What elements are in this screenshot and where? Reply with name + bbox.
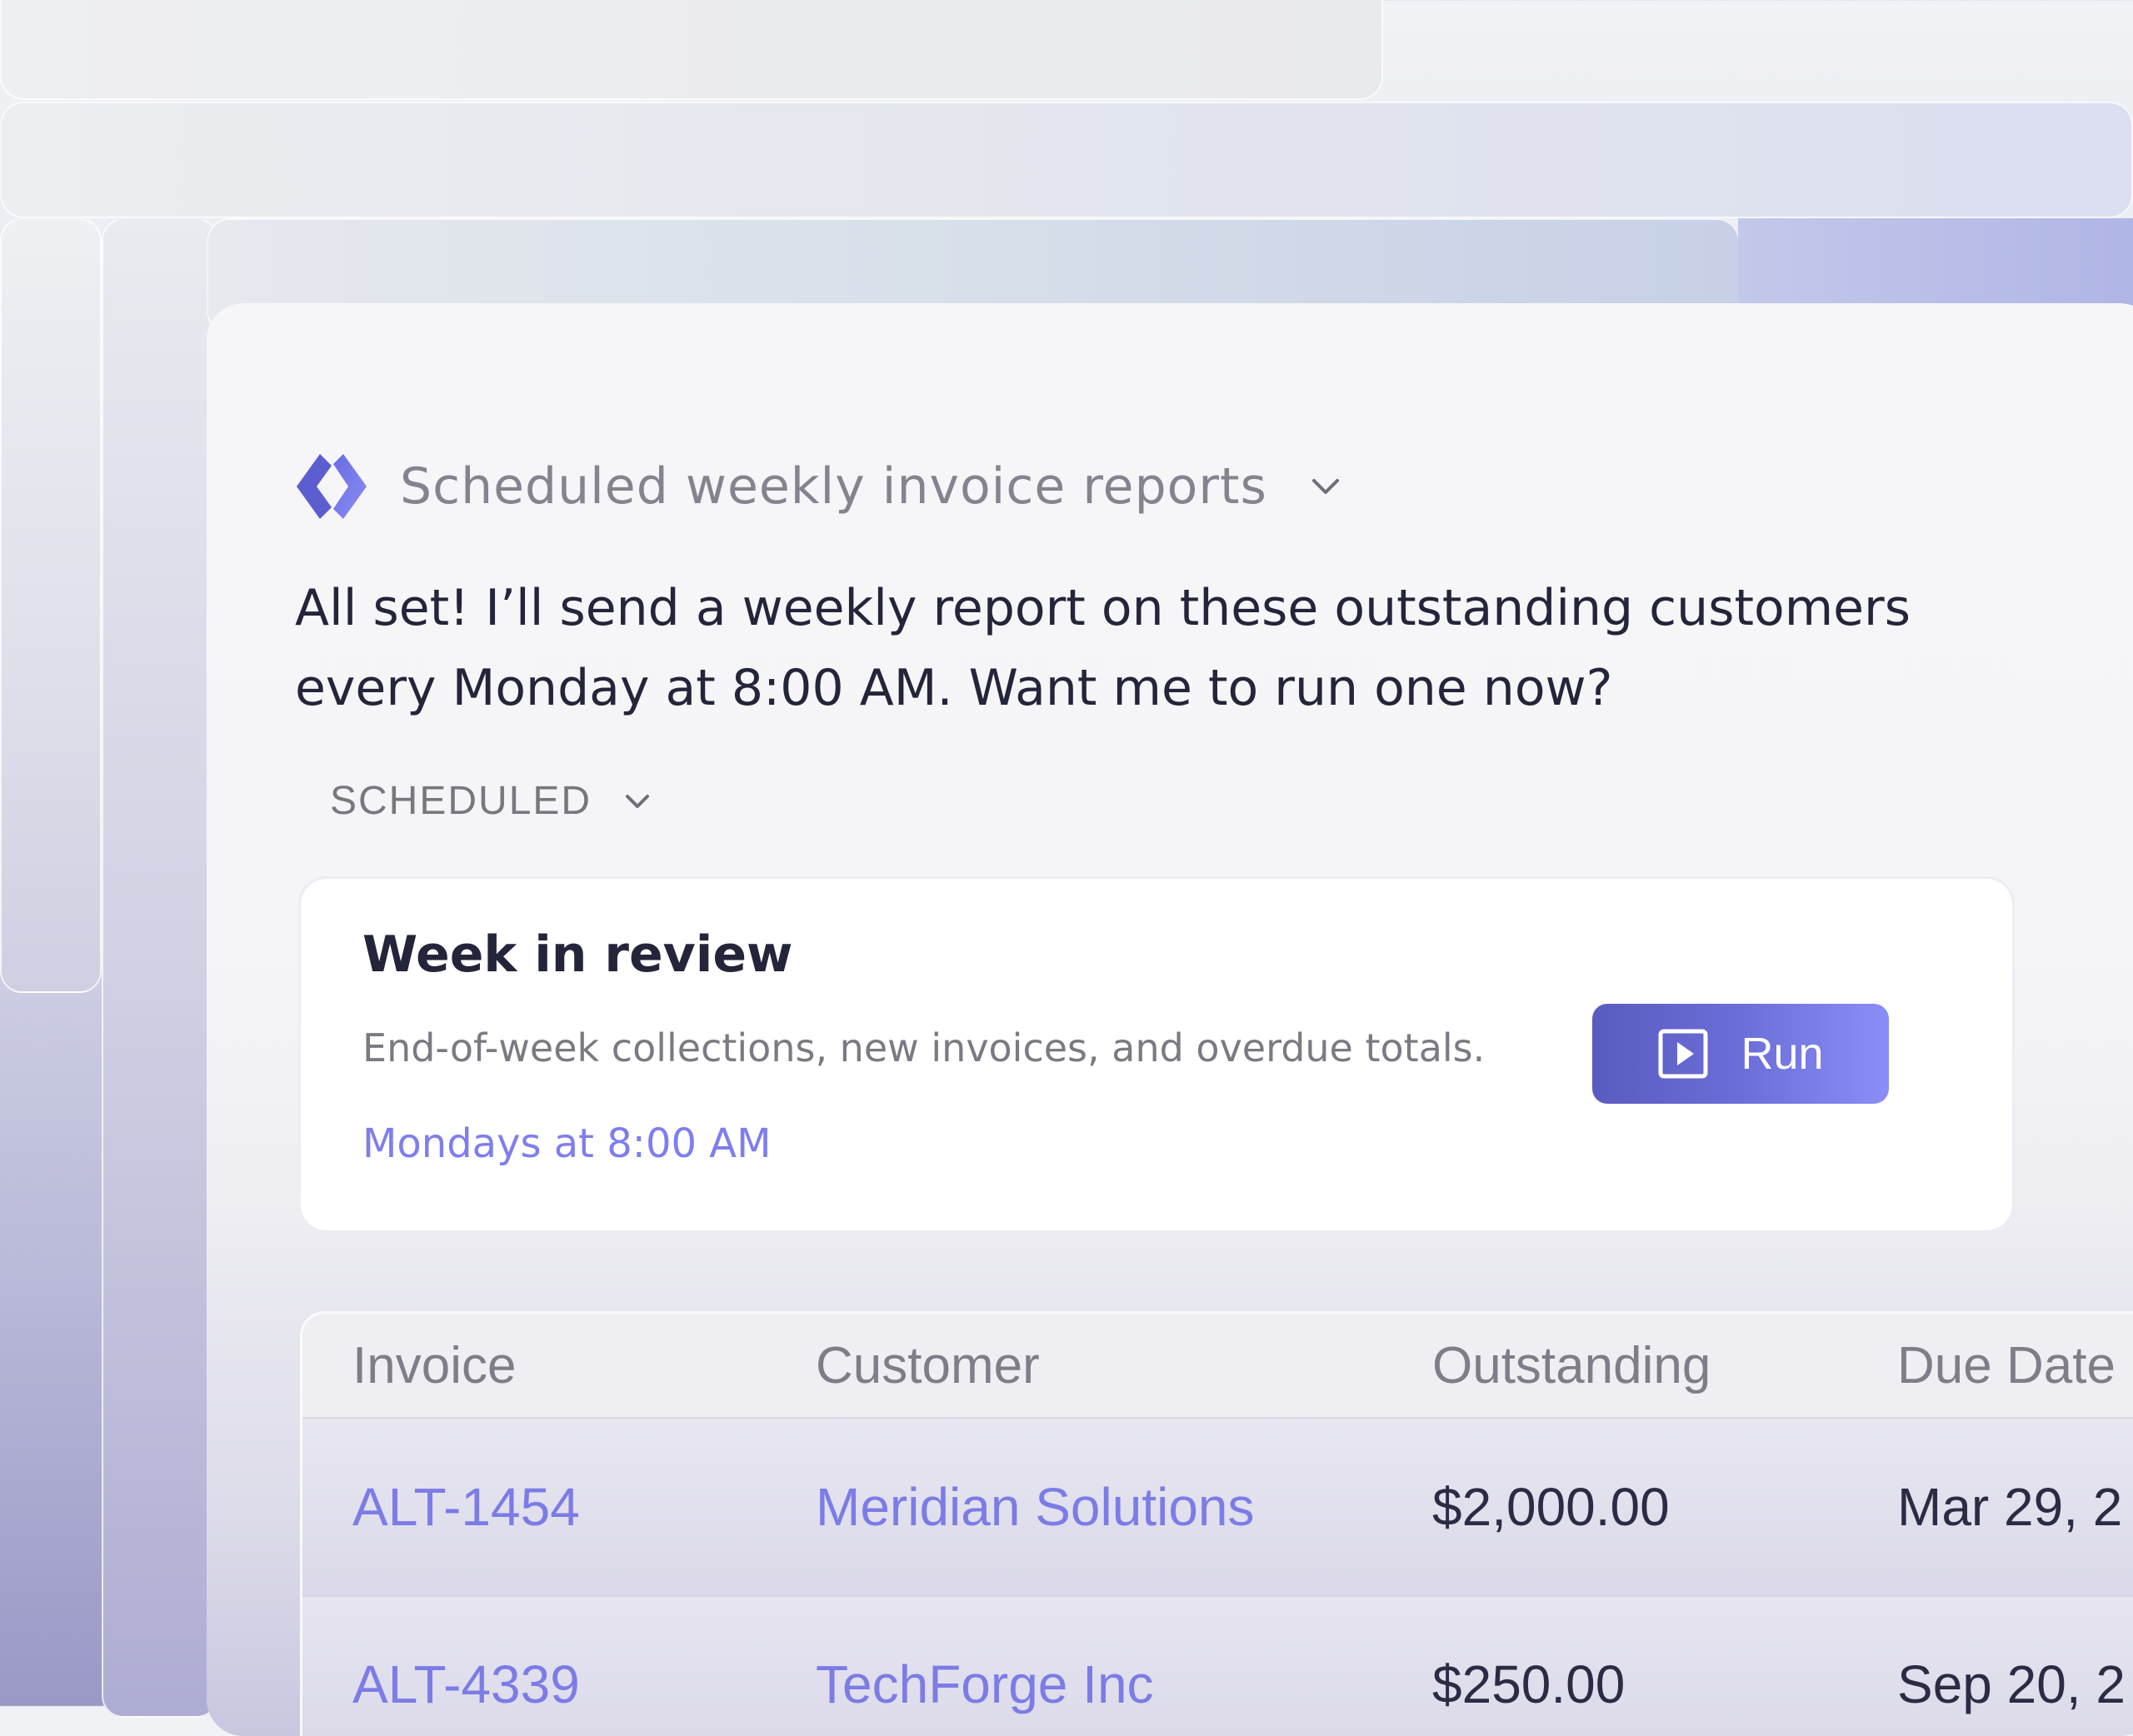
section-label: SCHEDULED	[330, 779, 592, 823]
thread-title: Scheduled weekly invoice reports	[400, 457, 1267, 516]
diamond-logo-icon	[297, 454, 367, 519]
customer-link[interactable]: Meridian Solutions	[766, 1476, 1382, 1538]
table-header: Invoice Customer Outstanding Due Date	[302, 1314, 2133, 1419]
assistant-message: All set! I’ll send a weekly report on th…	[295, 579, 1911, 717]
scheduled-section-toggle[interactable]: SCHEDULED	[330, 778, 652, 824]
schedule-card-frequency: Mondays at 8:00 AM	[362, 1120, 772, 1167]
thread-header[interactable]: Scheduled weekly invoice reports	[295, 449, 1342, 524]
background-panel-left-secondary	[102, 218, 218, 1718]
run-button-label: Run	[1741, 1029, 1824, 1079]
table-row[interactable]: ALT-1454 Meridian Solutions $2,000.00 Ma…	[302, 1419, 2133, 1597]
column-header-outstanding[interactable]: Outstanding	[1382, 1336, 1847, 1395]
column-header-due-date[interactable]: Due Date	[1847, 1336, 2133, 1395]
run-button[interactable]: Run	[1592, 1004, 1889, 1104]
schedule-card-description: End-of-week collections, new invoices, a…	[362, 1025, 1486, 1070]
table-row[interactable]: ALT-4339 TechForge Inc $250.00 Sep 20, 2	[302, 1597, 2133, 1736]
column-header-invoice[interactable]: Invoice	[302, 1336, 766, 1395]
play-icon	[1658, 1029, 1708, 1079]
outstanding-amount: $2,000.00	[1432, 1477, 1670, 1537]
background-panel-top	[0, 0, 1383, 100]
schedule-card: Week in review End-of-week collections, …	[298, 876, 2015, 1233]
chevron-down-icon	[626, 794, 650, 808]
column-header-customer[interactable]: Customer	[766, 1336, 1382, 1395]
invoice-table: Invoice Customer Outstanding Due Date AL…	[300, 1311, 2133, 1736]
assistant-panel: Scheduled weekly invoice reports All set…	[207, 303, 2133, 1736]
background-panel-bar	[0, 102, 2133, 218]
schedule-card-title: Week in review	[362, 925, 793, 984]
chevron-down-icon[interactable]	[1309, 474, 1342, 499]
due-date: Mar 29, 2	[1897, 1477, 2123, 1537]
invoice-link[interactable]: ALT-1454	[302, 1476, 766, 1538]
background-panel-left	[0, 218, 102, 993]
